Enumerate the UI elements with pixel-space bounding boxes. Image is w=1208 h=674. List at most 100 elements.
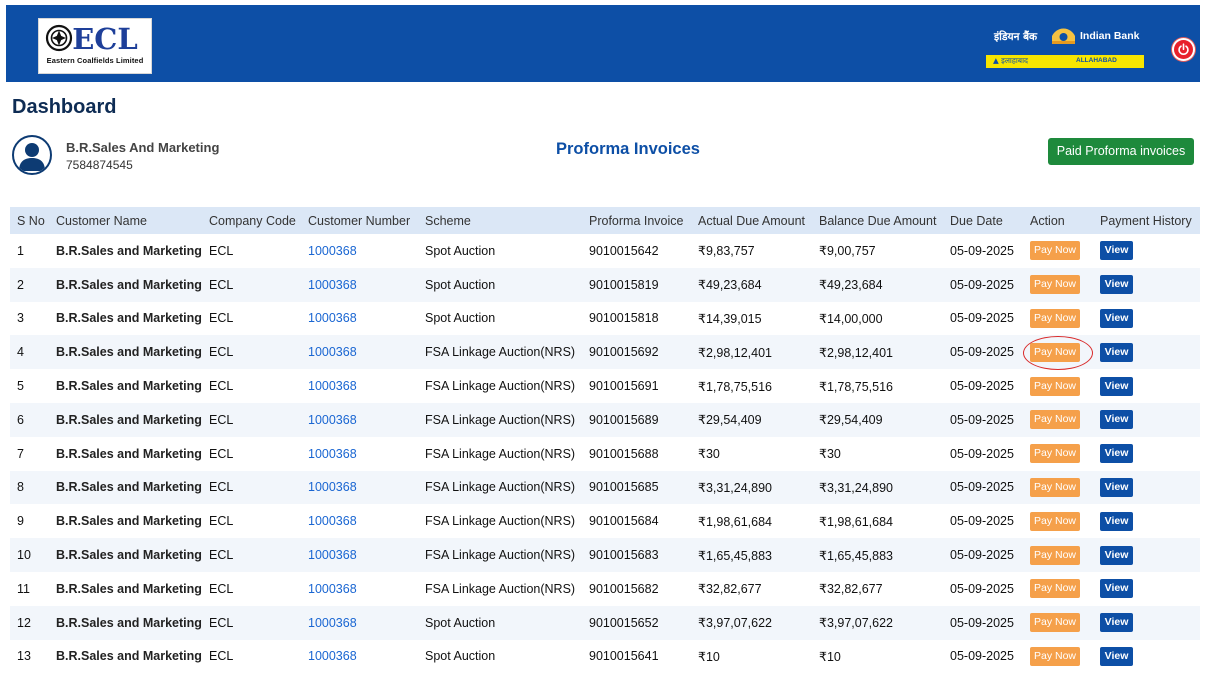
cell-balance-due-amount: ₹3,31,24,890: [812, 470, 943, 505]
cell-actual-due-amount: ₹29,54,409: [691, 402, 812, 437]
cell-due-date: 05-09-2025: [943, 402, 1023, 437]
cell-payment-history: View: [1093, 470, 1200, 505]
customer-number-link[interactable]: 1000368: [308, 582, 357, 596]
cell-action: Pay Now: [1023, 504, 1093, 538]
cell-customer-name: B.R.Sales and Marketing: [56, 514, 202, 529]
cell-due-date: 05-09-2025: [943, 335, 1023, 370]
pay-now-button[interactable]: Pay Now: [1030, 241, 1080, 261]
customer-number-link[interactable]: 1000368: [308, 345, 357, 359]
view-payment-history-button[interactable]: View: [1100, 545, 1133, 565]
cell-due-date: 05-09-2025: [950, 379, 1014, 394]
cell-customer-name: B.R.Sales and Marketing: [56, 446, 202, 461]
table-row: 3 B.R.Sales and Marketing ECL 1000368 Spot A…: [10, 302, 1200, 336]
customer-number-link[interactable]: 1000368: [308, 447, 357, 461]
cell-payment-history: View: [1093, 402, 1200, 437]
customer-number-link[interactable]: 1000368: [308, 413, 357, 427]
pay-now-button[interactable]: Pay Now: [1030, 646, 1080, 666]
cell-company-code: ECL: [209, 649, 234, 664]
table-row: 8 B.R.Sales and Marketing ECL 1000368 FSA Li…: [10, 470, 1200, 505]
cell-balance-due-amount: ₹49,23,684: [812, 267, 943, 302]
customer-number-link[interactable]: 1000368: [308, 311, 357, 325]
view-payment-history-button[interactable]: View: [1100, 511, 1133, 531]
cell-sno: 7: [17, 446, 24, 461]
customer-number-link[interactable]: 1000368: [308, 379, 357, 393]
cell-company-code: ECL: [202, 605, 301, 640]
cell-sno: 5: [17, 379, 24, 394]
pay-now-button[interactable]: Pay Now: [1030, 613, 1080, 633]
pay-now-button[interactable]: Pay Now: [1030, 275, 1080, 295]
customer-number-link[interactable]: 1000368: [308, 548, 357, 562]
cell-balance-due-amount: ₹1,65,45,883: [812, 538, 943, 572]
cell-actual-due-amount: ₹1,78,75,516: [698, 379, 772, 394]
cell-company-code: ECL: [209, 243, 234, 258]
pay-now-button[interactable]: Pay Now: [1030, 511, 1080, 531]
pay-now-button[interactable]: Pay Now: [1030, 579, 1080, 599]
cell-action: Pay Now: [1023, 437, 1093, 471]
cell-actual-due-amount: ₹1,98,61,684: [698, 514, 772, 529]
cell-customer-number: 1000368: [301, 335, 418, 370]
logout-button[interactable]: [1174, 40, 1193, 59]
pay-now-button[interactable]: Pay Now: [1030, 308, 1080, 328]
cell-balance-due-amount: ₹29,54,409: [812, 402, 943, 437]
top-header-bar: ECL Eastern Coalfields Limited इंडियन बै…: [6, 5, 1200, 82]
cell-proforma-invoice: 9010015692: [582, 335, 691, 370]
cell-sno: 11: [17, 581, 30, 596]
cell-proforma-invoice: 9010015691: [589, 379, 659, 394]
view-payment-history-button[interactable]: View: [1100, 241, 1133, 261]
cell-company-code: ECL: [202, 335, 301, 370]
pay-now-button[interactable]: Pay Now: [1030, 410, 1080, 430]
pay-now-button[interactable]: Pay Now: [1030, 376, 1080, 396]
paid-proforma-invoices-button[interactable]: Paid Proforma invoices: [1048, 138, 1194, 165]
cell-action: Pay Now: [1023, 605, 1093, 640]
col-header-action: Action: [1023, 207, 1093, 234]
pay-now-button[interactable]: Pay Now: [1030, 342, 1080, 362]
allahabad-hindi: ▲ इलाहाबाद: [993, 56, 1028, 65]
cell-proforma-invoice: 9010015682: [589, 581, 659, 596]
pay-now-button[interactable]: Pay Now: [1030, 545, 1080, 565]
view-payment-history-button[interactable]: View: [1100, 444, 1133, 464]
cell-balance-due-amount: ₹30: [819, 447, 841, 462]
pay-now-button[interactable]: Pay Now: [1030, 477, 1080, 497]
view-payment-history-button[interactable]: View: [1100, 579, 1133, 599]
cell-customer-number: 1000368: [301, 234, 418, 268]
page-title: Dashboard: [12, 96, 117, 118]
cell-action: Pay Now: [1023, 369, 1093, 403]
cell-customer-number: 1000368: [301, 538, 418, 572]
view-payment-history-button[interactable]: View: [1100, 275, 1133, 295]
cell-sno: 12: [10, 605, 49, 640]
cell-customer-number: 1000368: [301, 302, 418, 336]
view-payment-history-button[interactable]: View: [1100, 477, 1133, 497]
ecl-logo[interactable]: ECL Eastern Coalfields Limited: [38, 18, 152, 74]
pay-now-button[interactable]: Pay Now: [1030, 444, 1080, 464]
cell-customer-name: B.R.Sales and Marketing: [56, 581, 202, 596]
cell-customer-name: B.R.Sales and Marketing: [49, 335, 202, 370]
cell-payment-history: View: [1093, 437, 1200, 471]
cell-scheme: FSA Linkage Auction(NRS): [425, 581, 576, 596]
customer-number-link[interactable]: 1000368: [308, 278, 357, 292]
cell-proforma-invoice: 9010015689: [582, 402, 691, 437]
view-payment-history-button[interactable]: View: [1100, 646, 1133, 666]
cell-scheme: FSA Linkage Auction(NRS): [418, 402, 582, 437]
col-header-customer-number: Customer Number: [301, 207, 418, 234]
cell-balance-due-amount: ₹1,98,61,684: [819, 514, 893, 529]
cell-payment-history: View: [1093, 335, 1200, 370]
view-payment-history-button[interactable]: View: [1100, 613, 1133, 633]
user-phone: 7584874545: [66, 158, 133, 172]
customer-number-link[interactable]: 1000368: [308, 514, 357, 528]
cell-customer-name: B.R.Sales and Marketing: [56, 379, 202, 394]
cell-sno: 10: [10, 538, 49, 572]
customer-number-link[interactable]: 1000368: [308, 649, 357, 663]
cell-due-date: 05-09-2025: [950, 514, 1014, 529]
view-payment-history-button[interactable]: View: [1100, 376, 1133, 396]
cell-actual-due-amount: ₹3,31,24,890: [691, 470, 812, 505]
view-payment-history-button[interactable]: View: [1100, 308, 1133, 328]
customer-number-link[interactable]: 1000368: [308, 616, 357, 630]
customer-number-link[interactable]: 1000368: [308, 480, 357, 494]
customer-number-link[interactable]: 1000368: [308, 244, 357, 258]
cell-customer-number: 1000368: [301, 504, 418, 538]
cell-customer-name: B.R.Sales and Marketing: [56, 649, 202, 664]
view-payment-history-button[interactable]: View: [1100, 342, 1133, 362]
cell-proforma-invoice: 9010015683: [582, 538, 691, 572]
cell-payment-history: View: [1093, 640, 1200, 674]
view-payment-history-button[interactable]: View: [1100, 410, 1133, 430]
